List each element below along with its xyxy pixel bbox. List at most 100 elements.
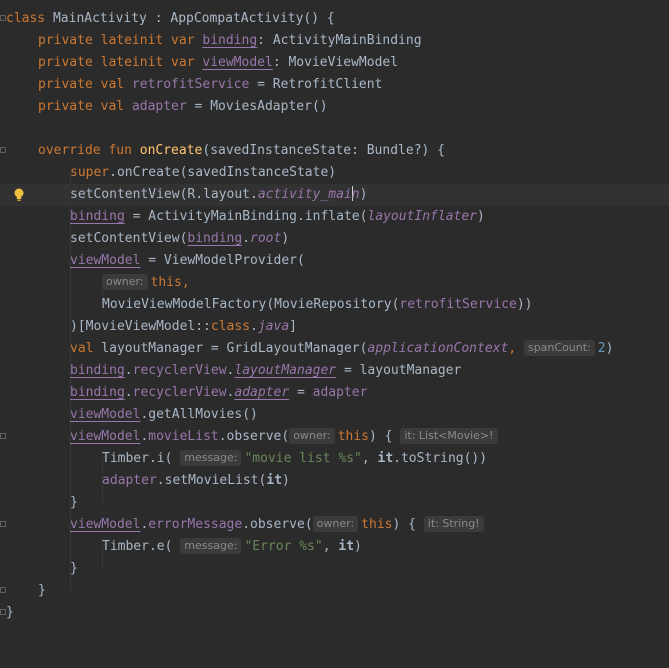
code-text: )) [516,297,533,312]
code-editor[interactable]: class MainActivity : AppCompatActivity()… [0,0,669,630]
code-text: , [508,341,517,356]
parameter-hint: owner: [289,428,335,444]
code-line[interactable]: private lateinit var binding: ActivityMa… [0,30,669,52]
keyword: this, [150,275,190,290]
property-name: adapter [131,99,187,114]
code-text: (savedInstanceState: Bundle?) { [202,143,446,158]
property-name: adapter [312,385,368,400]
code-line[interactable]: private lateinit var viewModel: MovieVie… [0,52,669,74]
code-text: . [124,385,133,400]
closing-brace: } [70,561,78,576]
code-line[interactable]: adapter.setMovieList(it) [0,470,669,492]
keyword: this [361,517,393,532]
extension-property: layoutManager [234,363,337,378]
property-name: viewModel [70,429,141,444]
property-name: movieList [148,429,219,444]
property-name: retrofitService [399,297,517,312]
code-text: : MovieViewModel [272,55,399,70]
code-line[interactable]: binding.recyclerView.adapter = adapter [0,382,669,404]
parameter-hint: message: [180,450,242,466]
lightbulb-icon[interactable] [13,188,25,202]
keyword: super [70,165,110,180]
code-line[interactable]: MovieViewModelFactory(MovieRepository(re… [0,294,669,316]
code-line[interactable]: class MainActivity : AppCompatActivity()… [0,8,669,30]
code-line[interactable]: viewModel.errorMessage.observe(owner: thi… [0,514,669,536]
code-text: ) { [369,429,393,444]
current-code-line[interactable]: setContentView(R.layout.activity_main) [0,184,669,206]
keyword: class [6,11,46,26]
closing-brace: } [6,605,14,620]
code-text: .observe( [242,517,313,532]
closing-brace: } [38,583,46,598]
code-line[interactable]: binding = ActivityMainBinding.inflate(la… [0,206,669,228]
keyword: class [210,319,251,334]
code-text: .observe( [218,429,290,444]
parameter-hint: spanCount: [523,340,595,356]
code-text: ) { [392,517,416,532]
keyword: val [70,341,94,356]
code-text: ) [605,341,614,356]
property-name: binding [70,363,125,378]
property-name: recyclerView [132,385,227,400]
parameter-hint: owner: [312,516,359,532]
code-line[interactable]: super.onCreate(savedInstanceState) [0,162,669,184]
code-line[interactable]: Timber.e( message: "Error %s", it) [0,536,669,558]
property-name: viewModel [70,253,141,268]
code-text: = ActivityMainBinding.inflate( [124,209,368,224]
code-line[interactable]: owner: this, [0,272,669,294]
code-line[interactable]: )[MovieViewModel::class.java] [0,316,669,338]
code-line[interactable]: viewModel = ViewModelProvider( [0,250,669,272]
extension-property: java [257,319,290,334]
code-text: = RetrofitClient [249,77,383,92]
code-line[interactable]: binding.recyclerView.layoutManager = lay… [0,360,669,382]
code-line[interactable]: private val adapter = MoviesAdapter() [0,96,669,118]
code-line[interactable]: setContentView(binding.root) [0,228,669,250]
code-line[interactable]: private val retrofitService = RetrofitCl… [0,74,669,96]
extension-property: layoutInflater [367,209,478,224]
it-keyword: it [377,451,394,466]
code-text: = ViewModelProvider( [140,253,305,268]
code-line[interactable]: val layoutManager = GridLayoutManager(ap… [0,338,669,360]
code-text: ) [359,187,368,202]
code-text: = layoutManager [336,363,462,378]
type-hint: it: String! [423,516,484,532]
property-name: binding [70,209,125,224]
keyword: private val [38,77,125,92]
code-text: , [361,451,378,466]
code-text: ) [281,231,290,246]
code-text: layoutManager = GridLayoutManager( [93,341,368,356]
code-text: MovieViewModelFactory(MovieRepository( [102,297,400,312]
property-name: binding [202,33,258,48]
code-line[interactable]: override fun onCreate(savedInstanceState… [0,140,669,162]
code-line[interactable]: viewModel.movieList.observe(owner: this) … [0,426,669,448]
function-name: onCreate [139,143,203,158]
code-text: Timber.e( [102,539,173,554]
string-literal: "movie list %s" [244,451,362,466]
code-line[interactable]: } [0,492,669,514]
parameter-hint: owner: [102,274,148,290]
code-text: .onCreate(savedInstanceState) [109,165,337,180]
property-name: errorMessage [148,517,243,532]
code-text: . [124,363,133,378]
code-line[interactable]: } [0,602,669,624]
code-text: ) [282,473,290,488]
property-name: binding [70,385,125,400]
code-text: = [289,385,313,400]
type-hint: it: List<Movie>! [400,428,498,444]
code-text: ] [289,319,297,334]
code-line[interactable]: viewModel.getAllMovies() [0,404,669,426]
code-line[interactable]: Timber.i( message: "movie list %s", it.to… [0,448,669,470]
string-literal: "Error %s" [244,539,323,554]
keyword: override fun [38,143,132,158]
code-line[interactable]: } [0,580,669,602]
code-text: setContentView(R.layout. [70,187,258,202]
code-text: setContentView( [70,231,188,246]
property-name: retrofitService [131,77,250,92]
code-text: ) [354,539,362,554]
closing-brace: } [70,495,78,510]
code-line[interactable]: } [0,558,669,580]
code-text: : ActivityMainBinding [257,33,422,48]
it-keyword: it [338,539,355,554]
it-keyword: it [266,473,283,488]
code-text: .toString()) [393,451,488,466]
